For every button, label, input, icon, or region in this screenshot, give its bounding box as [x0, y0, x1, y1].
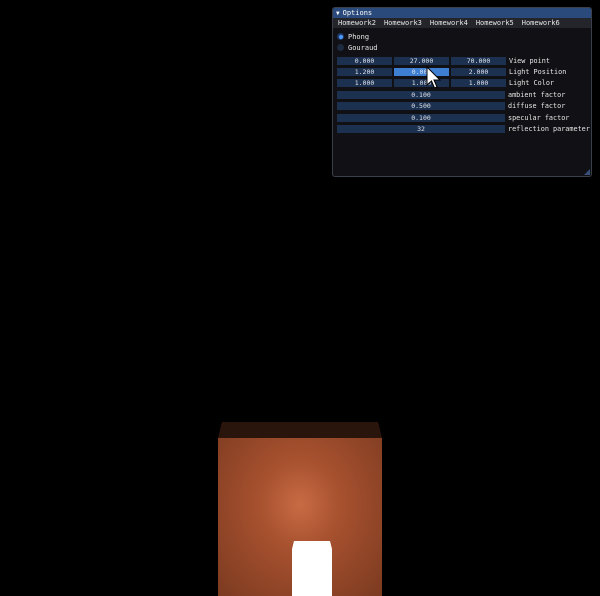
light-color-b-field[interactable]: 1.000 [451, 79, 506, 88]
radio-phong-label: Phong [348, 32, 370, 41]
view-point-z-field[interactable]: 70.000 [451, 56, 506, 65]
options-window: ▼ Options Homework2 Homework3 Homework4 … [332, 7, 592, 177]
diffuse-factor-label: diffuse factor [508, 102, 566, 111]
view-point-x-field[interactable]: 0.000 [337, 56, 392, 65]
view-point-label: View point [509, 56, 550, 65]
view-point-y-field[interactable]: 27.000 [394, 56, 449, 65]
reflection-row: 32 reflection parameter [337, 123, 591, 134]
menu-homework3[interactable]: Homework3 [383, 19, 423, 27]
radio-selected-icon[interactable] [337, 33, 344, 40]
radio-phong[interactable]: Phong [337, 31, 591, 42]
specular-factor-slider[interactable]: 0.100 [337, 113, 505, 122]
light-position-z-field[interactable]: 2.000 [451, 68, 506, 77]
radio-gouraud-label: Gouraud [348, 43, 378, 52]
light-source-cube [292, 541, 332, 596]
collapse-triangle-icon[interactable]: ▼ [336, 10, 340, 17]
menu-homework6[interactable]: Homework6 [521, 19, 561, 27]
reflection-parameter-label: reflection parameter [508, 125, 590, 134]
cube-top-face [218, 422, 382, 438]
homework-menu-bar: Homework2 Homework3 Homework4 Homework5 … [333, 18, 591, 28]
reflection-parameter-slider[interactable]: 32 [337, 125, 505, 134]
ambient-factor-slider[interactable]: 0.100 [337, 90, 505, 99]
menu-homework2[interactable]: Homework2 [337, 19, 377, 27]
specular-row: 0.100 specular factor [337, 112, 591, 123]
light-color-r-field[interactable]: 1.000 [337, 79, 392, 88]
diffuse-factor-slider[interactable]: 0.500 [337, 102, 505, 111]
radio-gouraud[interactable]: Gouraud [337, 42, 591, 53]
light-color-row: 1.000 1.000 1.000 Light Color [337, 78, 591, 89]
light-position-row: 1.200 0.000 2.000 Light Position [337, 66, 591, 77]
menu-homework4[interactable]: Homework4 [429, 19, 469, 27]
options-title-bar[interactable]: ▼ Options [333, 8, 591, 18]
diffuse-row: 0.500 diffuse factor [337, 101, 591, 112]
specular-factor-label: specular factor [508, 113, 570, 122]
radio-unselected-icon[interactable] [337, 44, 344, 51]
view-point-row: 0.000 27.000 70.000 View point [337, 55, 591, 66]
light-position-label: Light Position [509, 68, 567, 77]
mouse-cursor-icon [426, 66, 442, 89]
resize-grip-icon[interactable] [584, 169, 590, 175]
light-position-x-field[interactable]: 1.200 [337, 68, 392, 77]
menu-homework5[interactable]: Homework5 [475, 19, 515, 27]
window-title: Options [342, 9, 373, 17]
ambient-row: 0.100 ambient factor [337, 89, 591, 100]
light-color-label: Light Color [509, 79, 555, 88]
ambient-factor-label: ambient factor [508, 90, 566, 99]
